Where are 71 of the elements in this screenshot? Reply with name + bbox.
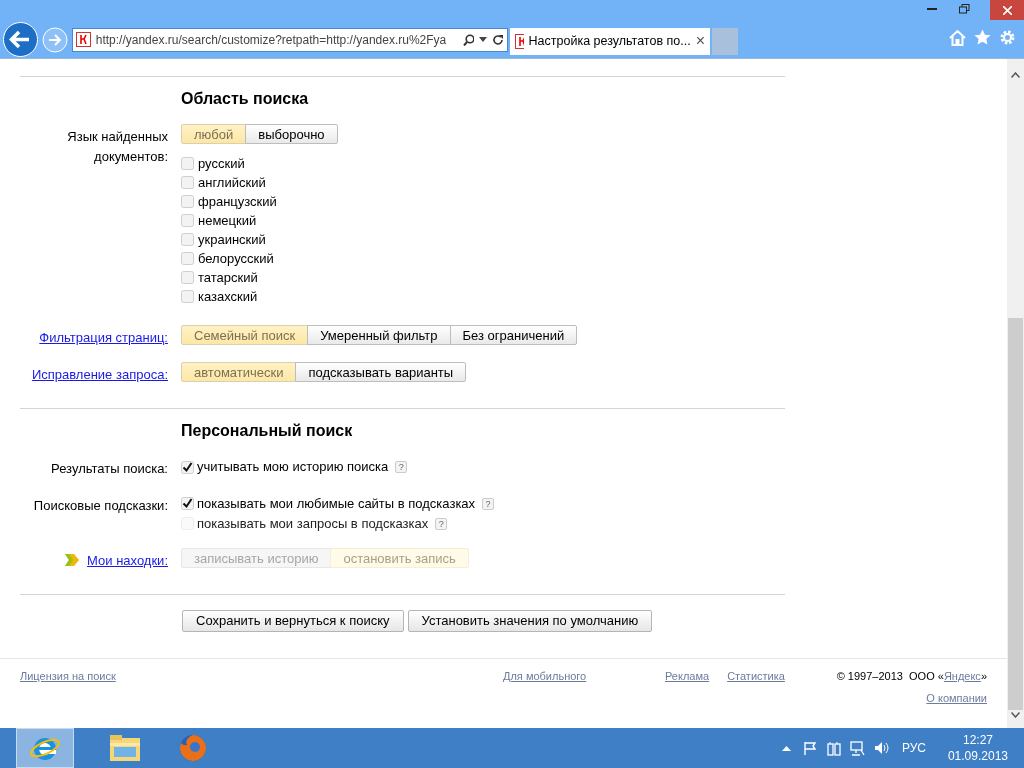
minimize-icon[interactable]	[927, 8, 937, 11]
action-button[interactable]: Сохранить и вернуться к поиску	[182, 610, 404, 632]
clock-time[interactable]: 12:27	[962, 732, 993, 748]
help-icon[interactable]: ?	[395, 461, 408, 473]
checkbox-label: немецкий	[198, 211, 257, 230]
scroll-down-icon[interactable]	[1011, 712, 1020, 718]
scroll-up-icon[interactable]	[1011, 72, 1020, 78]
segment-button[interactable]: любой	[181, 124, 247, 144]
dropdown-icon[interactable]	[479, 37, 488, 42]
checkbox-label: показывать мои любимые сайты в подсказках	[197, 494, 476, 513]
checkbox-label: украинский	[198, 230, 266, 249]
copyright-text: © 1997–2013 ООО «Яндекс»	[836, 669, 987, 684]
show-hidden-icon[interactable]	[781, 745, 791, 751]
forward-button[interactable]	[42, 26, 68, 53]
statistics-link[interactable]: Статистика	[727, 668, 785, 685]
segment-button[interactable]: Семейный поиск	[181, 325, 309, 345]
close-icon	[1002, 5, 1012, 15]
folder-icon	[109, 734, 141, 762]
restore-icon[interactable]	[959, 4, 970, 14]
tab-close[interactable]: ×	[695, 33, 705, 49]
ads-link[interactable]: Реклама	[665, 668, 710, 685]
close-button[interactable]	[990, 0, 1024, 20]
field-label: Результаты поиска:	[51, 460, 168, 478]
action-button[interactable]: Установить значения по умолчанию	[407, 610, 653, 632]
help-icon[interactable]: ?	[482, 497, 495, 510]
company-link[interactable]: Яндекс	[943, 670, 981, 682]
about-link[interactable]: О компании	[926, 689, 987, 706]
checkbox-label: английский	[198, 173, 266, 192]
browser-tab[interactable]: Настройка результатов по... ×	[510, 27, 710, 55]
speaker-icon[interactable]	[873, 741, 889, 755]
label-link[interactable]: Исправление запроса:	[31, 364, 168, 384]
clock-date[interactable]: 01.09.2013	[947, 748, 1008, 764]
mobile-link[interactable]: Для мобильного	[503, 668, 665, 685]
label-link[interactable]: Фильтрация страниц:	[39, 328, 168, 348]
home-icon[interactable]	[949, 29, 966, 46]
segment-button[interactable]: подсказывать варианты	[295, 361, 467, 382]
network-icon[interactable]	[849, 740, 865, 756]
checkbox-label: казахский	[198, 287, 258, 306]
segment-button[interactable]: автоматически	[181, 361, 297, 382]
field-label: Язык найденных документов:	[66, 128, 168, 166]
flag-icon[interactable]	[802, 741, 817, 755]
section-title: Область поиска	[181, 89, 310, 109]
segment-button[interactable]: Умеренный фильтр	[307, 325, 451, 345]
url-text: http://yandex.ru/search/customize?retpath=http://yandex.ru%2Fya	[95, 31, 448, 49]
battery-icon[interactable]	[826, 740, 841, 756]
scrollbar[interactable]	[1007, 59, 1024, 728]
settings-icon[interactable]	[999, 29, 1016, 46]
address-bar[interactable]: http://yandex.ru/search/customize?retpath=http://yandex.ru%2Fya	[72, 27, 508, 52]
checkbox-label: татарский	[198, 268, 258, 287]
firefox-icon	[178, 733, 208, 763]
back-button[interactable]	[3, 22, 38, 57]
site-icon	[515, 33, 524, 49]
tab-title: Настройка результатов по...	[528, 32, 691, 50]
checkbox-label: учитывать мою историю поиска	[197, 458, 389, 477]
segment-button[interactable]: выборочно	[245, 124, 338, 144]
field-label: Поисковые подсказки:	[33, 496, 168, 515]
checkbox[interactable]	[181, 497, 194, 510]
license-link[interactable]: Лицензия на поиск	[20, 668, 503, 685]
star-icon[interactable]	[974, 29, 991, 46]
site-icon	[76, 32, 91, 47]
language-indicator[interactable]: РУС	[901, 739, 926, 757]
segment-button[interactable]: Без ограничений	[449, 325, 578, 345]
checkbox-label: белорусский	[198, 249, 274, 268]
scrollbar-thumb[interactable]	[1008, 318, 1023, 710]
refresh-icon[interactable]	[492, 33, 504, 46]
taskbar-app[interactable]	[16, 728, 74, 768]
checkbox-label: показывать мои запросы в подсказках	[197, 514, 429, 533]
search-icon[interactable]	[462, 33, 475, 46]
section-title: Персональный поиск	[181, 421, 354, 441]
checkbox-label: русский	[198, 154, 245, 173]
checkbox-label: французский	[198, 192, 277, 211]
